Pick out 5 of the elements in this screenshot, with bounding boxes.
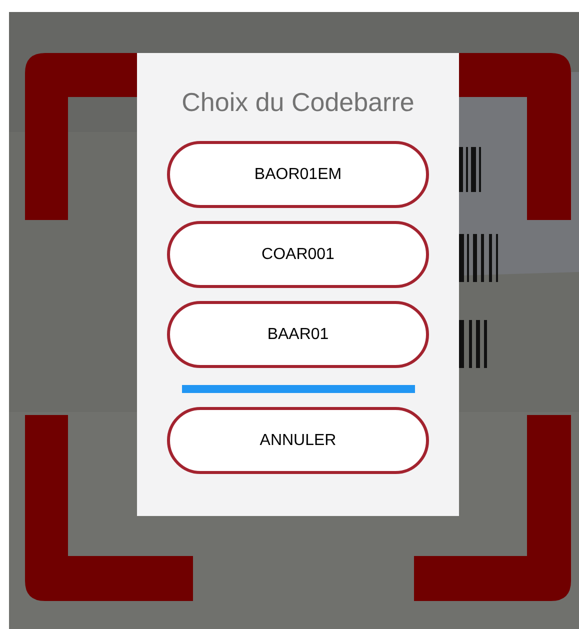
barcode-option-button[interactable]: BAAR01: [167, 301, 429, 368]
barcode-option-button[interactable]: COAR001: [167, 221, 429, 288]
cancel-button[interactable]: ANNULER: [167, 407, 429, 474]
dialog-title: Choix du Codebarre: [182, 86, 414, 118]
barcode-option-button[interactable]: BAOR01EM: [167, 141, 429, 208]
